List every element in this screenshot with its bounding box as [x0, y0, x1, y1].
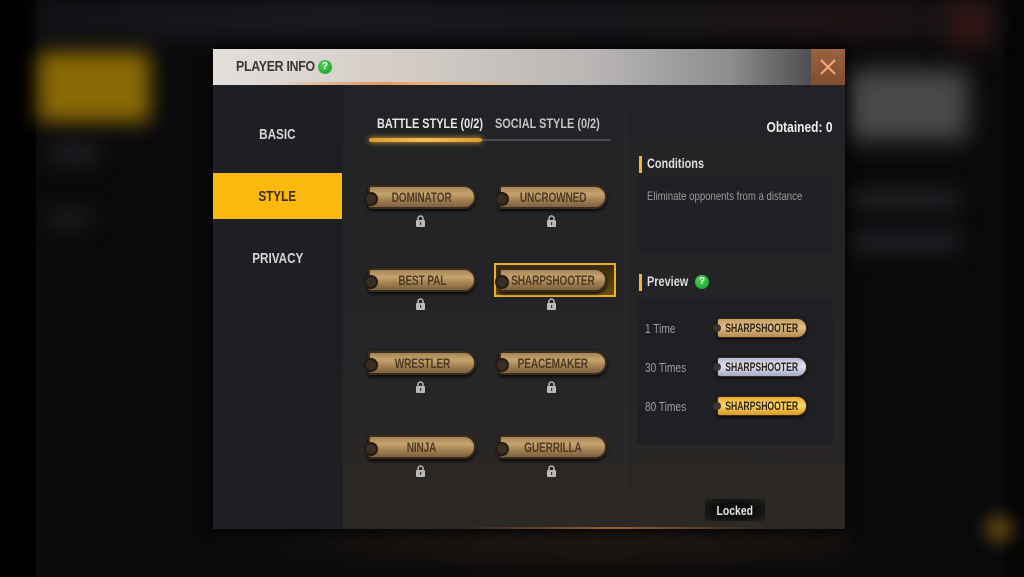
lock-icon	[547, 215, 556, 227]
tab-social-style[interactable]: SOCIAL STYLE (0/2)	[495, 115, 629, 131]
style-tag-dominator[interactable]: DOMINATOR	[364, 181, 483, 229]
close-button[interactable]	[811, 49, 845, 85]
style-tag-best-pal[interactable]: BEST PAL	[364, 264, 483, 312]
style-tag-label: PEACEMAKER	[517, 355, 589, 371]
sidebar: BASIC STYLE PRIVACY	[213, 85, 343, 529]
dialog-titlebar: PLAYER INFO ?	[213, 49, 845, 85]
style-tag-label: NINJA	[407, 439, 437, 455]
tab-label: BATTLE STYLE (0/2)	[377, 115, 483, 131]
preview-row: 30 Times SHARPSHOOTER	[637, 354, 833, 382]
lock-icon	[416, 298, 425, 310]
sidebar-item-label: STYLE	[258, 187, 297, 205]
conditions-box: Eliminate opponents from a distance	[637, 177, 833, 253]
lock-icon	[547, 381, 556, 393]
style-tag-label: UNCROWNED	[519, 189, 587, 205]
sidebar-item-style[interactable]: STYLE	[213, 173, 342, 219]
style-tag-label: DOMINATOR	[392, 189, 452, 205]
player-info-dialog: PLAYER INFO ? BASIC STYLE PRIVACY BATTLE…	[213, 49, 845, 529]
lock-icon	[547, 465, 556, 477]
active-tab-indicator	[369, 138, 482, 142]
close-icon	[820, 59, 836, 75]
obtained-count: Obtained: 0	[766, 119, 833, 136]
dialog-title: PLAYER INFO	[236, 58, 315, 75]
style-tag-guerrilla[interactable]: GUERRILLA	[495, 431, 614, 479]
lock-icon	[547, 298, 556, 310]
tab-battle-style[interactable]: BATTLE STYLE (0/2)	[377, 115, 513, 131]
sidebar-item-label: PRIVACY	[251, 249, 304, 267]
style-tag-peacemaker[interactable]: PEACEMAKER	[495, 347, 614, 395]
preview-tag-gold: SHARPSHOOTER	[713, 396, 807, 416]
conditions-text: Eliminate opponents from a distance	[647, 189, 803, 203]
preview-threshold: 30 Times	[645, 360, 687, 375]
locked-status-button[interactable]: Locked	[705, 499, 765, 521]
style-tag-label: SHARPSHOOTER	[511, 272, 595, 288]
style-tag-ninja[interactable]: NINJA	[364, 431, 483, 479]
style-tag-sharpshooter[interactable]: SHARPSHOOTER	[494, 263, 616, 312]
lock-icon	[416, 215, 425, 227]
sidebar-item-basic[interactable]: BASIC	[213, 111, 342, 157]
panel-divider	[625, 111, 626, 511]
style-tag-label: GUERRILLA	[524, 439, 582, 455]
style-tabs: BATTLE STYLE (0/2) SOCIAL STYLE (0/2)	[369, 115, 611, 142]
sidebar-item-label: BASIC	[259, 125, 296, 143]
style-tag-label: WRESTLER	[394, 355, 450, 371]
preview-row: 80 Times SHARPSHOOTER	[637, 393, 833, 421]
sidebar-item-privacy[interactable]: PRIVACY	[213, 235, 342, 281]
preview-box: 1 Time SHARPSHOOTER 30 Times SHARPSHOOTE…	[637, 299, 833, 445]
preview-threshold: 1 Time	[645, 321, 676, 336]
style-tag-uncrowned[interactable]: UNCROWNED	[495, 181, 614, 229]
lock-icon	[416, 381, 425, 393]
style-main-panel: BATTLE STYLE (0/2) SOCIAL STYLE (0/2) DO…	[343, 85, 845, 529]
help-icon[interactable]: ?	[318, 60, 332, 74]
help-icon[interactable]: ?	[695, 275, 709, 289]
tab-label: SOCIAL STYLE (0/2)	[495, 115, 600, 131]
preview-threshold: 80 Times	[645, 399, 687, 414]
preview-row: 1 Time SHARPSHOOTER	[637, 315, 833, 343]
preview-tag-silver: SHARPSHOOTER	[713, 357, 807, 377]
style-tag-label: BEST PAL	[398, 272, 446, 288]
style-tag-wrestler[interactable]: WRESTLER	[364, 347, 483, 395]
lock-icon	[416, 465, 425, 477]
preview-tag-bronze: SHARPSHOOTER	[713, 318, 807, 338]
